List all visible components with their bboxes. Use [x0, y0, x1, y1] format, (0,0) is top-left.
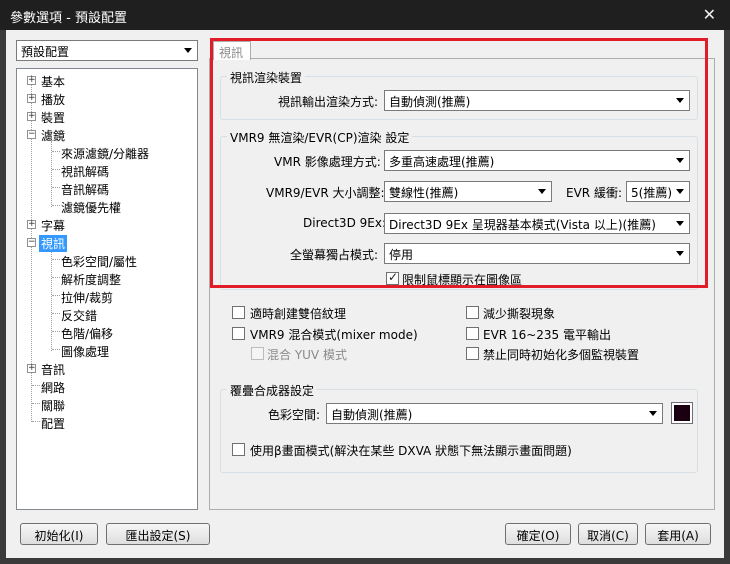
tree-item-levels[interactable]: 色階/偏移: [61, 325, 113, 342]
cancel-button[interactable]: 取消(C): [578, 523, 638, 545]
evr-buffer-label: EVR 緩衝:: [566, 186, 622, 200]
tree-item-label: 音訊: [41, 363, 66, 377]
tree-item-network[interactable]: 網路: [41, 379, 65, 396]
colorspace-label: 色彩空間:: [268, 408, 321, 422]
reduce-tearing-label: 減少撕裂現象: [483, 307, 556, 321]
tree-item-audio-decoder[interactable]: 音訊解碼: [61, 181, 109, 198]
tree-item-image-processing[interactable]: 圖像處理: [61, 343, 109, 360]
colorspace-select[interactable]: 自動偵測(推薦): [326, 403, 663, 424]
overlay-group-title: 覆疊合成器設定: [227, 382, 318, 399]
profile-select-value: 預設配置: [21, 45, 70, 59]
output-render-label: 視訊輸出渲染方式:: [278, 95, 379, 109]
double-texture-label: 適時創建雙倍紋理: [250, 307, 347, 321]
profile-select[interactable]: 預設配置: [16, 40, 198, 61]
fullscreen-exclusive-select[interactable]: 停用: [384, 243, 690, 264]
limit-cursor-checkbox[interactable]: [386, 270, 399, 285]
render-device-group-title: 視訊渲染裝置: [227, 69, 306, 86]
window-title: 參數選項 - 預設配置: [10, 11, 127, 26]
chevron-down-icon: [676, 221, 684, 226]
vmr9-mixer-checkbox[interactable]: [232, 327, 245, 340]
chevron-down-icon: [676, 98, 684, 103]
chevron-down-icon: [184, 48, 192, 53]
expand-icon[interactable]: +: [27, 94, 36, 103]
export-settings-button[interactable]: 匯出設定(S): [106, 523, 210, 545]
color-swatch[interactable]: [671, 402, 693, 424]
overlay-group: [220, 389, 698, 473]
tree-item-label: 濾鏡: [41, 129, 66, 143]
evr-buffer-select[interactable]: 5(推薦): [626, 181, 690, 202]
expand-icon[interactable]: +: [27, 220, 36, 229]
d3d9ex-value: Direct3D 9Ex 呈現器基本模式(Vista 以上)(推薦): [389, 218, 656, 232]
chevron-down-icon: [676, 189, 684, 194]
expand-icon[interactable]: +: [27, 76, 36, 85]
tree-item-source-filters[interactable]: 來源濾鏡/分離器: [61, 145, 149, 162]
expand-icon[interactable]: +: [27, 364, 36, 373]
evr-output-label: EVR 16~235 電平輸出: [483, 328, 611, 342]
evr-buffer-value: 5(推薦): [631, 186, 672, 200]
image-processing-value: 多重高速處理(推薦): [389, 155, 495, 169]
collapse-icon[interactable]: −: [27, 238, 36, 247]
apply-button[interactable]: 套用(A): [645, 523, 711, 545]
d3d9ex-select[interactable]: Direct3D 9Ex 呈現器基本模式(Vista 以上)(推薦): [384, 213, 690, 234]
ok-button[interactable]: 確定(O): [505, 523, 571, 545]
chevron-down-icon: [538, 189, 546, 194]
chevron-down-icon: [649, 411, 657, 416]
init-button[interactable]: 初始化(I): [20, 523, 98, 545]
tree-item-stretch-crop[interactable]: 拉伸/裁剪: [61, 289, 113, 306]
tree-item-label: 裝置: [41, 111, 66, 125]
tree-item-video-decoder[interactable]: 視訊解碼: [61, 163, 109, 180]
beta-mode-label: 使用β畫面模式(解決在某些 DXVA 狀態下無法顯示畫面問題): [250, 444, 572, 458]
output-render-select[interactable]: 自動偵測(推薦): [384, 90, 690, 111]
tree-item-label: 字幕: [41, 219, 66, 233]
fullscreen-exclusive-value: 停用: [389, 248, 414, 262]
reduce-tearing-checkbox[interactable]: [466, 306, 479, 319]
tree-item-filter-priority[interactable]: 濾鏡優先權: [61, 199, 121, 216]
collapse-icon[interactable]: −: [27, 130, 36, 139]
evr-output-checkbox[interactable]: [466, 327, 479, 340]
beta-mode-checkbox[interactable]: [232, 443, 245, 456]
chevron-down-icon: [676, 158, 684, 163]
vmr9-mixer-label: VMR9 混合模式(mixer mode): [250, 328, 418, 342]
disable-multi-monitor-checkbox[interactable]: [466, 347, 479, 360]
tree-item-associations[interactable]: 關聯: [41, 397, 65, 414]
category-tree[interactable]: + 基本 + 播放 + 裝置 − 濾鏡 來源濾鏡/分離器 視訊解碼 音訊解碼 濾…: [16, 68, 198, 510]
double-texture-checkbox[interactable]: [232, 306, 245, 319]
tree-item-label: 視訊: [39, 235, 68, 252]
tree-item-deinterlace[interactable]: 反交錯: [61, 307, 97, 324]
title-bar: 參數選項 - 預設配置 ✕: [0, 0, 730, 30]
tree-item-color-space[interactable]: 色彩空間/屬性: [61, 253, 137, 270]
resize-select[interactable]: 雙線性(推薦): [384, 181, 552, 202]
color-swatch-fill: [674, 405, 690, 421]
disable-multi-monitor-label: 禁止同時初始化多個監視裝置: [483, 348, 640, 362]
limit-cursor-label: 限制鼠標顯示在圖像區: [402, 273, 523, 287]
tree-item-label: 基本: [41, 75, 66, 89]
resize-value: 雙線性(推薦): [389, 186, 459, 200]
chevron-down-icon: [676, 251, 684, 256]
expand-icon[interactable]: +: [27, 112, 36, 121]
vmr9-group-title: VMR9 無渲染/EVR(CP)渲染 設定: [227, 129, 413, 146]
image-processing-select[interactable]: 多重高速處理(推薦): [384, 150, 690, 171]
tab-video[interactable]: 視訊: [213, 41, 251, 60]
output-render-value: 自動偵測(推薦): [389, 95, 471, 109]
resize-label: VMR9/EVR 大小調整:: [266, 186, 385, 200]
d3d9ex-label: Direct3D 9Ex:: [303, 216, 386, 230]
close-icon[interactable]: ✕: [703, 5, 716, 24]
mix-yuv-checkbox[interactable]: [251, 347, 264, 360]
tree-item-label: 播放: [41, 93, 66, 107]
tree-item-resize[interactable]: 解析度調整: [61, 271, 121, 288]
fullscreen-exclusive-label: 全螢幕獨占模式:: [290, 248, 379, 262]
image-processing-label: VMR 影像處理方式:: [274, 155, 381, 169]
colorspace-value: 自動偵測(推薦): [331, 408, 413, 422]
tree-item-config[interactable]: 配置: [41, 415, 65, 432]
mix-yuv-label: 混合 YUV 模式: [267, 348, 347, 362]
